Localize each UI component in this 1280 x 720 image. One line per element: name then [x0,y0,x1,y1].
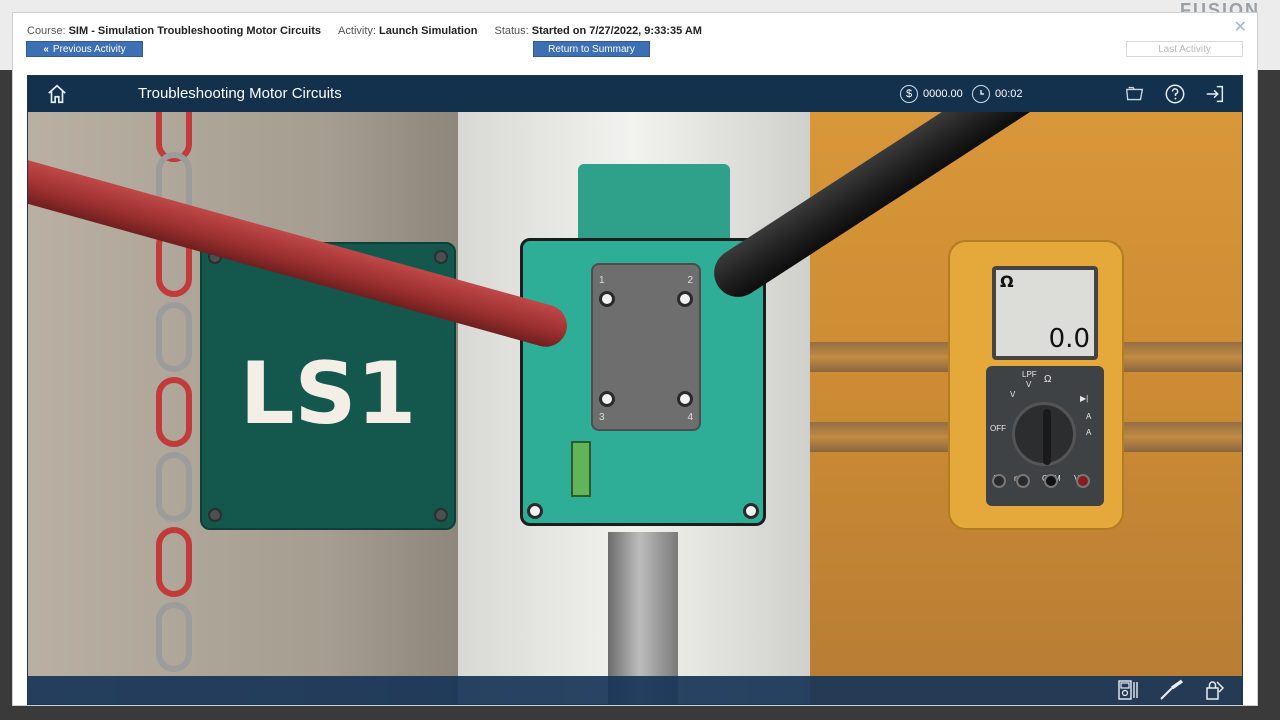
terminal-label-4: 4 [687,412,693,423]
enclosure-screw [527,503,543,519]
amp-label: A [1086,412,1092,421]
ground-terminal[interactable] [571,441,591,497]
amp-jack[interactable] [992,474,1006,488]
course-value: SIM - Simulation Troubleshooting Motor C… [68,25,321,37]
status-info: Status: Started on 7/27/2022, 9:33:35 AM [494,25,701,37]
switch-contact-block: 1 2 3 4 [591,263,701,431]
volt-label: V [1026,380,1032,389]
multimeter-display: Ω 0.0 [992,266,1098,360]
clock-icon [972,85,990,103]
multimeter-reading: 0.0 [1048,324,1090,354]
chain-link [156,452,192,522]
return-to-summary-label: Return to Summary [548,43,635,55]
ma-jack[interactable] [1016,474,1030,488]
terminal-screw-1[interactable] [599,291,615,307]
double-chevron-left-icon: « [43,43,49,55]
vohm-jack[interactable] [1076,474,1090,488]
terminal-label-2: 2 [687,275,693,286]
sign-bolt [208,508,222,522]
timer: 00:02 [972,85,1023,103]
simulation-toolbar [28,676,1242,704]
last-activity-button[interactable]: Last Activity [1126,41,1243,57]
multimeter-panel: LPF Ω V V OFF A A ▶| A mA COM VΩ [986,366,1104,506]
diode-icon: ▶| [1080,394,1089,403]
multimeter-selector-dial[interactable] [1012,402,1076,466]
money-value: 0000.00 [923,88,963,100]
multimeter-unit: Ω [1000,272,1014,291]
dollar-icon: $ [900,85,918,103]
simulation-frame[interactable]: Troubleshooting Motor Circuits $ 0000.00… [27,75,1243,705]
meter-tool-icon[interactable] [1116,678,1140,704]
activity-value: Launch Simulation [379,25,478,37]
money-counter: $ 0000.00 [900,85,963,103]
activity-info-row: Course: SIM - Simulation Troubleshooting… [27,25,716,37]
activity-modal: ✕ Course: SIM - Simulation Troubleshooti… [12,12,1258,706]
timer-value: 00:02 [995,88,1023,100]
off-label: OFF [990,424,1006,433]
sign-bolt [434,250,448,264]
enclosure-screw [743,503,759,519]
exit-icon[interactable] [1204,83,1226,110]
terminal-label-1: 1 [599,275,605,286]
folder-icon[interactable] [1124,83,1146,110]
course-label: Course: [27,25,66,37]
status-label: Status: [494,25,529,37]
sign-label: LS1 [239,344,417,444]
terminal-label-3: 3 [599,412,605,423]
terminal-screw-2[interactable] [677,291,693,307]
volt-ac-label: V [1010,390,1016,399]
screwdriver-icon[interactable] [1158,678,1186,704]
activity-info: Activity: Launch Simulation [338,25,477,37]
status-value: Started on 7/27/2022, 9:33:35 AM [531,25,702,37]
dial-pointer [1043,409,1051,465]
course-info: Course: SIM - Simulation Troubleshooting… [27,25,321,37]
multimeter[interactable]: Ω 0.0 LPF Ω V V OFF A A ▶| A mA [948,240,1124,530]
chain-link [156,302,192,372]
previous-activity-button[interactable]: « Previous Activity [26,41,143,57]
sign-bolt [434,508,448,522]
previous-activity-label: Previous Activity [52,43,126,55]
lockout-tag-icon[interactable] [1202,678,1226,704]
chain-link [156,527,192,597]
close-icon[interactable]: ✕ [1234,17,1247,37]
activity-label: Activity: [338,25,376,37]
lpf-label: LPF [1022,370,1037,379]
terminal-screw-4[interactable] [677,391,693,407]
simulation-scene[interactable]: LS1 1 2 3 4 Ω 0.0 LPF Ω V V OFF A A ▶| [28,76,1242,704]
amp-dc-label: A [1086,428,1092,437]
com-jack[interactable] [1044,474,1058,488]
help-icon[interactable] [1164,83,1186,110]
chain-link [156,602,192,672]
home-icon[interactable] [46,83,68,110]
return-to-summary-button[interactable]: Return to Summary [533,41,650,57]
chain-link [156,377,192,447]
simulation-title: Troubleshooting Motor Circuits [138,85,342,102]
terminal-screw-3[interactable] [599,391,615,407]
ohm-label: Ω [1044,374,1052,385]
simulation-header: Troubleshooting Motor Circuits $ 0000.00… [28,76,1242,112]
last-activity-label: Last Activity [1158,43,1211,55]
